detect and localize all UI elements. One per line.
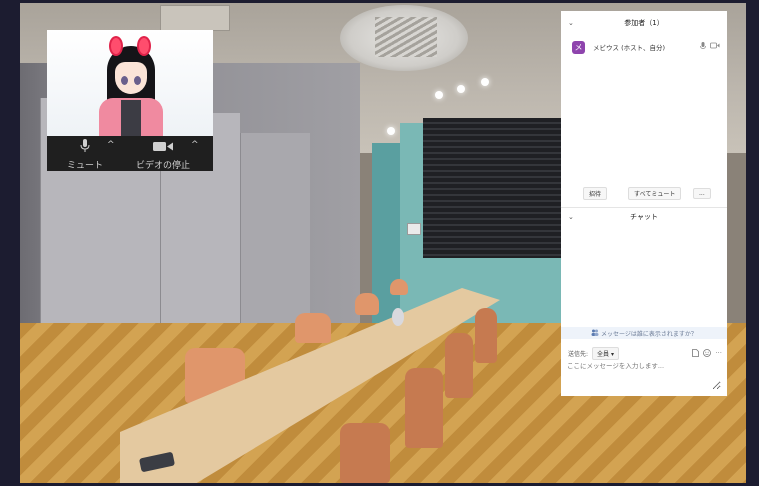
chat-header: ⌄ チャット (561, 211, 727, 223)
more-options-button[interactable]: ... (693, 187, 711, 199)
video-toolbar: ミュート ^ ビデオの停止 ^ (47, 136, 213, 171)
participant-status-icons (700, 42, 720, 52)
video-options-caret[interactable]: ^ (191, 140, 199, 150)
wall-switch (407, 223, 421, 235)
video-camera-icon[interactable] (710, 42, 720, 52)
chair (340, 423, 390, 483)
microphone-icon (80, 137, 90, 156)
chair (355, 293, 379, 315)
people-icon (591, 329, 599, 338)
avatar-ribbon (137, 36, 151, 56)
window-blind (423, 118, 561, 258)
collapse-chat-button[interactable]: ⌄ (568, 213, 574, 221)
send-to-label: 送信先: (568, 351, 589, 358)
avatar-eye (121, 76, 128, 85)
microphone-icon[interactable] (700, 42, 706, 52)
mute-all-button[interactable]: すべてミュート (628, 186, 682, 200)
avatar-eye (134, 76, 141, 85)
more-icon[interactable]: ··· (715, 349, 722, 359)
avatar-ribbon (109, 36, 123, 56)
chair (295, 313, 331, 343)
ceiling-light (481, 78, 489, 86)
stop-video-label: ビデオの停止 (135, 160, 190, 171)
file-icon[interactable] (692, 348, 700, 359)
mute-button[interactable]: ミュート (65, 136, 105, 171)
air-conditioner-grill (375, 17, 437, 57)
mute-options-caret[interactable]: ^ (107, 140, 115, 150)
chat-title: チャット (630, 213, 658, 221)
participants-title: 参加者（1） (624, 19, 664, 27)
video-camera-icon (153, 137, 173, 156)
chair (445, 333, 473, 398)
conference-speaker (392, 308, 404, 326)
ceiling-light (457, 85, 465, 93)
send-to-row: 送信先: 全員 ▾ ··· (568, 347, 722, 360)
privacy-notice[interactable]: メッセージは誰に表示されますか？ (561, 327, 727, 339)
chat-message-input[interactable] (567, 360, 721, 390)
chevron-down-icon: ▾ (610, 351, 614, 358)
participant-row[interactable]: メ メビウス (ホスト、自分) (561, 39, 727, 55)
participants-header: ⌄ 参加者（1） (561, 17, 727, 29)
emoji-icon[interactable] (703, 348, 712, 359)
side-panel: ⌄ 参加者（1） メ メビウス (ホスト、自分) 招待 すべてミュート ... … (561, 11, 727, 396)
ceiling-vent (160, 5, 230, 31)
panel-divider (561, 207, 727, 208)
participant-avatar: メ (572, 40, 585, 54)
privacy-notice-text: メッセージは誰に表示されますか？ (601, 330, 697, 338)
avatar-vest (121, 100, 141, 136)
invite-button[interactable]: 招待 (583, 186, 608, 200)
recipient-value: 全員 (597, 351, 610, 358)
mute-label: ミュート (66, 160, 103, 171)
chair (390, 279, 408, 295)
self-video-tile: ミュート ^ ビデオの停止 ^ (47, 30, 213, 171)
ceiling-light (435, 91, 443, 99)
chair (475, 308, 497, 363)
chat-tools: ··· (692, 349, 722, 359)
chair (405, 368, 443, 448)
stop-video-button[interactable]: ビデオの停止 (135, 136, 191, 171)
avatar (99, 36, 163, 138)
participants-actions: 招待 すべてミュート ... (561, 186, 727, 200)
ceiling-light (387, 127, 395, 135)
participant-name: メビウス (ホスト、自分) (593, 44, 666, 52)
avatar-face (115, 62, 147, 94)
collapse-participants-button[interactable]: ⌄ (568, 19, 574, 27)
recipient-select[interactable]: 全員 ▾ (592, 347, 619, 360)
